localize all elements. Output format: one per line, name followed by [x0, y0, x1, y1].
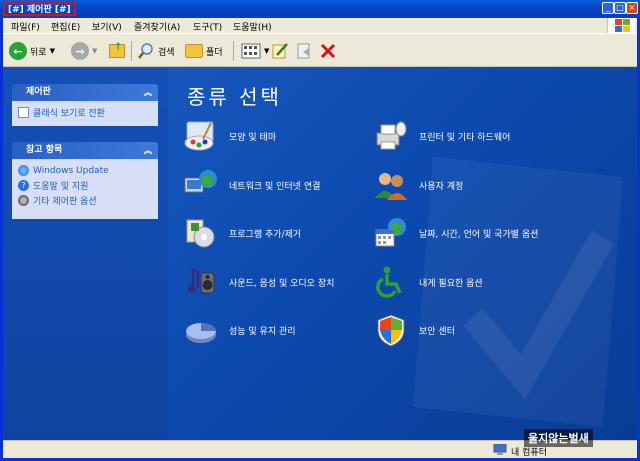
category-network[interactable]: 네트워크 및 인터넷 연결 — [183, 168, 320, 202]
category-sound[interactable]: 사운드, 음성 및 오디오 장치 — [183, 265, 334, 299]
copy-to-button[interactable] — [295, 41, 313, 61]
windows-logo-icon — [607, 18, 635, 33]
help-support-link[interactable]: ? 도움말 및 지원 — [18, 178, 152, 193]
views-grid-icon — [241, 43, 261, 59]
delete-button[interactable] — [319, 41, 337, 61]
category-add-remove-programs[interactable]: 프로그램 추가/제거 — [183, 216, 301, 250]
toolbar-separator — [233, 41, 234, 61]
control-panel-pane-body: 클래식 보기로 전환 — [12, 101, 158, 126]
accessibility-icon — [376, 266, 402, 298]
forward-arrow-icon: → — [71, 42, 89, 60]
performance-icon — [186, 323, 216, 343]
category-label: 보안 센터 — [419, 326, 455, 337]
folder-icon — [185, 44, 203, 58]
user-accounts-icon — [375, 173, 407, 200]
search-icon — [138, 43, 153, 59]
watermark: 울지않는벌새 — [524, 429, 593, 447]
printer-icon — [376, 121, 407, 150]
sound-icon — [187, 268, 215, 294]
back-button[interactable]: ← 뒤로 ▼ — [9, 41, 55, 61]
toolbar: ← 뒤로 ▼ → ▼ ↑ 검색 폴더 ▼ — [3, 33, 637, 67]
minimize-button[interactable]: _ — [602, 2, 614, 14]
category-label: 사운드, 음성 및 오디오 장치 — [229, 278, 335, 289]
menu-edit[interactable]: 편집(E) — [51, 20, 80, 33]
collapse-icon[interactable]: ︽ — [144, 84, 152, 101]
toolbar-separator — [131, 41, 132, 61]
folders-label: 폴더 — [206, 47, 223, 58]
switch-classic-view-label: 클래식 보기로 전환 — [33, 109, 105, 119]
see-also-pane: 참고 항목 ︽ Windows Update ? 도움말 및 지원 기타 제어판… — [12, 142, 158, 219]
collapse-icon[interactable]: ︽ — [144, 142, 152, 159]
sidebar: 제어판 ︽ 클래식 보기로 전환 참고 항목 ︽ Windows Update … — [3, 67, 168, 440]
page-title: 종류 선택 — [187, 85, 282, 109]
menu-help[interactable]: 도움말(H) — [233, 20, 272, 33]
menu-bar: 파일(F) 편집(E) 보기(V) 즐겨찾기(A) 도구(T) 도움말(H) — [3, 18, 637, 33]
category-label: 날짜, 시간, 언어 및 국가별 옵션 — [419, 229, 539, 240]
category-appearance-themes[interactable]: 모양 및 테마 — [183, 119, 276, 153]
date-time-icon — [375, 218, 406, 247]
see-also-pane-body: Windows Update ? 도움말 및 지원 기타 제어판 옵션 — [12, 159, 158, 219]
window-title: [#] 제어판 [#] — [3, 2, 76, 16]
control-panel-pane: 제어판 ︽ 클래식 보기로 전환 — [12, 84, 158, 126]
gear-icon — [18, 195, 29, 206]
search-button[interactable]: 검색 — [137, 41, 175, 61]
category-label: 네트워크 및 인터넷 연결 — [229, 181, 321, 192]
search-label: 검색 — [158, 47, 175, 58]
other-options-link[interactable]: 기타 제어판 옵션 — [18, 193, 152, 208]
forward-button[interactable]: → ▼ — [71, 41, 97, 61]
windows-update-link[interactable]: Windows Update — [18, 163, 152, 178]
pane-title: 참고 항목 — [26, 145, 63, 155]
category-label: 프린터 및 기타 하드웨어 — [419, 132, 511, 143]
chevron-down-icon: ▼ — [92, 47, 98, 55]
copy-document-icon — [297, 43, 310, 59]
menu-file[interactable]: 파일(F) — [11, 20, 40, 33]
control-panel-pane-header[interactable]: 제어판 ︽ — [12, 84, 158, 101]
menu-view[interactable]: 보기(V) — [92, 20, 122, 33]
category-label: 프로그램 추가/제거 — [229, 229, 302, 240]
my-computer-icon — [493, 444, 507, 455]
category-performance[interactable]: 성능 및 유지 관리 — [183, 313, 296, 347]
back-arrow-icon: ← — [9, 42, 27, 60]
add-remove-programs-icon — [186, 219, 215, 248]
category-user-accounts[interactable]: 사용자 계정 — [373, 168, 463, 202]
up-folder-icon: ↑ — [109, 42, 125, 58]
category-printers-hardware[interactable]: 프린터 및 기타 하드웨어 — [373, 119, 510, 153]
maximize-button[interactable]: □ — [614, 2, 626, 14]
back-label: 뒤로 — [30, 47, 47, 58]
control-panel-window: [#] 제어판 [#] _ □ × 파일(F) 편집(E) 보기(V) 즐겨찾기… — [0, 0, 640, 461]
appearance-themes-icon — [184, 121, 214, 151]
help-icon: ? — [18, 180, 29, 191]
help-support-label: 도움말 및 지원 — [33, 182, 89, 192]
folders-button[interactable]: 폴더 — [185, 41, 223, 61]
security-center-icon — [377, 314, 405, 347]
category-label: 내게 필요한 옵션 — [419, 278, 483, 289]
category-accessibility[interactable]: 내게 필요한 옵션 — [373, 265, 483, 299]
views-button[interactable]: ▼ — [241, 41, 269, 61]
category-label: 모양 및 테마 — [229, 132, 277, 143]
main-area: 제어판 ︽ 클래식 보기로 전환 참고 항목 ︽ Windows Update … — [3, 67, 637, 440]
category-date-time-language[interactable]: 날짜, 시간, 언어 및 국가별 옵션 — [373, 216, 538, 250]
delete-x-icon — [320, 43, 336, 59]
pane-title: 제어판 — [26, 87, 51, 97]
see-also-pane-header[interactable]: 참고 항목 ︽ — [12, 142, 158, 159]
title-bar[interactable]: [#] 제어판 [#] _ □ × — [0, 0, 640, 18]
network-icon — [184, 170, 217, 193]
edit-button[interactable] — [271, 41, 289, 61]
chevron-down-icon: ▼ — [264, 47, 270, 55]
category-label: 사용자 계정 — [419, 181, 464, 192]
category-security-center[interactable]: 보안 센터 — [373, 313, 455, 347]
chevron-down-icon: ▼ — [49, 47, 55, 55]
up-folder-button[interactable]: ↑ — [109, 41, 125, 61]
classic-view-icon — [18, 107, 29, 118]
notepad-edit-icon — [272, 43, 288, 59]
menu-tools[interactable]: 도구(T) — [193, 20, 222, 33]
windows-update-label: Windows Update — [33, 165, 109, 176]
menu-favorites[interactable]: 즐겨찾기(A) — [134, 20, 180, 33]
category-label: 성능 및 유지 관리 — [229, 326, 296, 337]
globe-icon — [18, 165, 29, 176]
other-options-label: 기타 제어판 옵션 — [33, 197, 97, 207]
switch-classic-view-link[interactable]: 클래식 보기로 전환 — [18, 105, 152, 120]
close-button[interactable]: × — [626, 2, 638, 14]
